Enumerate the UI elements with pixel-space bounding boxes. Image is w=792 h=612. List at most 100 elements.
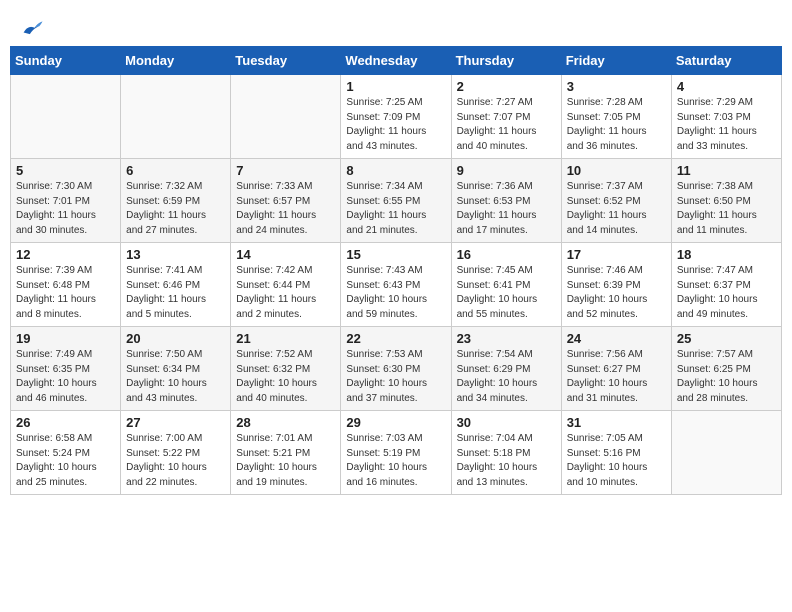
logo: [20, 18, 44, 36]
calendar-week-row: 12 Sunrise: 7:39 AM Sunset: 6:48 PM Dayli…: [11, 243, 782, 327]
calendar-cell: 13 Sunrise: 7:41 AM Sunset: 6:46 PM Dayli…: [121, 243, 231, 327]
weekday-header-saturday: Saturday: [671, 47, 781, 75]
day-info: Sunrise: 7:46 AM Sunset: 6:39 PM Dayligh…: [567, 264, 666, 322]
day-info: Sunrise: 7:37 AM Sunset: 6:52 PM Dayligh…: [567, 180, 666, 238]
calendar-cell: 25 Sunrise: 7:57 AM Sunset: 6:25 PM Dayli…: [671, 327, 781, 411]
day-info: Sunrise: 7:36 AM Sunset: 6:53 PM Dayligh…: [457, 180, 556, 238]
day-number: 28: [236, 415, 335, 430]
day-number: 29: [346, 415, 445, 430]
day-number: 15: [346, 247, 445, 262]
day-info: Sunrise: 7:00 AM Sunset: 5:22 PM Dayligh…: [126, 432, 225, 490]
day-number: 5: [16, 163, 115, 178]
day-info: Sunrise: 7:38 AM Sunset: 6:50 PM Dayligh…: [677, 180, 776, 238]
calendar-cell: 11Sunrise: 7:38 AM Sunset: 6:50 PM Dayli…: [671, 159, 781, 243]
calendar-cell: 24 Sunrise: 7:56 AM Sunset: 6:27 PM Dayli…: [561, 327, 671, 411]
day-number: 6: [126, 163, 225, 178]
day-number: 4: [677, 79, 776, 94]
day-info: Sunrise: 7:56 AM Sunset: 6:27 PM Dayligh…: [567, 348, 666, 406]
day-number: 2: [457, 79, 556, 94]
calendar-cell: 23 Sunrise: 7:54 AM Sunset: 6:29 PM Dayli…: [451, 327, 561, 411]
day-info: Sunrise: 7:27 AM Sunset: 7:07 PM Dayligh…: [457, 96, 556, 154]
day-info: Sunrise: 7:28 AM Sunset: 7:05 PM Dayligh…: [567, 96, 666, 154]
day-info: Sunrise: 7:53 AM Sunset: 6:30 PM Dayligh…: [346, 348, 445, 406]
weekday-header-friday: Friday: [561, 47, 671, 75]
calendar-cell: [121, 75, 231, 159]
calendar-cell: 9 Sunrise: 7:36 AM Sunset: 6:53 PM Daylig…: [451, 159, 561, 243]
calendar-cell: 16 Sunrise: 7:45 AM Sunset: 6:41 PM Dayli…: [451, 243, 561, 327]
day-number: 16: [457, 247, 556, 262]
calendar-cell: 12 Sunrise: 7:39 AM Sunset: 6:48 PM Dayli…: [11, 243, 121, 327]
calendar-cell: 31 Sunrise: 7:05 AM Sunset: 5:16 PM Dayli…: [561, 411, 671, 495]
day-number: 22: [346, 331, 445, 346]
day-number: 23: [457, 331, 556, 346]
day-info: Sunrise: 7:42 AM Sunset: 6:44 PM Dayligh…: [236, 264, 335, 322]
day-number: 7: [236, 163, 335, 178]
day-number: 3: [567, 79, 666, 94]
day-info: Sunrise: 7:47 AM Sunset: 6:37 PM Dayligh…: [677, 264, 776, 322]
day-info: Sunrise: 7:39 AM Sunset: 6:48 PM Dayligh…: [16, 264, 115, 322]
day-info: Sunrise: 7:52 AM Sunset: 6:32 PM Dayligh…: [236, 348, 335, 406]
calendar-week-row: 19Sunrise: 7:49 AM Sunset: 6:35 PM Dayli…: [11, 327, 782, 411]
day-number: 27: [126, 415, 225, 430]
page-header: [10, 10, 782, 40]
day-info: Sunrise: 7:01 AM Sunset: 5:21 PM Dayligh…: [236, 432, 335, 490]
calendar-week-row: 1Sunrise: 7:25 AM Sunset: 7:09 PM Daylig…: [11, 75, 782, 159]
day-number: 8: [346, 163, 445, 178]
weekday-header-monday: Monday: [121, 47, 231, 75]
calendar-cell: 20 Sunrise: 7:50 AM Sunset: 6:34 PM Dayli…: [121, 327, 231, 411]
day-info: Sunrise: 7:32 AM Sunset: 6:59 PM Dayligh…: [126, 180, 225, 238]
calendar-week-row: 26 Sunrise: 6:58 AM Sunset: 5:24 PM Dayli…: [11, 411, 782, 495]
calendar-cell: [671, 411, 781, 495]
day-number: 10: [567, 163, 666, 178]
day-number: 25: [677, 331, 776, 346]
calendar-cell: 21 Sunrise: 7:52 AM Sunset: 6:32 PM Dayli…: [231, 327, 341, 411]
day-number: 21: [236, 331, 335, 346]
day-number: 20: [126, 331, 225, 346]
calendar-cell: 4Sunrise: 7:29 AM Sunset: 7:03 PM Daylig…: [671, 75, 781, 159]
calendar-cell: 29 Sunrise: 7:03 AM Sunset: 5:19 PM Dayli…: [341, 411, 451, 495]
calendar-cell: 14 Sunrise: 7:42 AM Sunset: 6:44 PM Dayli…: [231, 243, 341, 327]
day-info: Sunrise: 7:57 AM Sunset: 6:25 PM Dayligh…: [677, 348, 776, 406]
day-info: Sunrise: 7:45 AM Sunset: 6:41 PM Dayligh…: [457, 264, 556, 322]
day-number: 18: [677, 247, 776, 262]
day-number: 24: [567, 331, 666, 346]
calendar-cell: 22 Sunrise: 7:53 AM Sunset: 6:30 PM Dayli…: [341, 327, 451, 411]
weekday-header-tuesday: Tuesday: [231, 47, 341, 75]
calendar-header-row: SundayMondayTuesdayWednesdayThursdayFrid…: [11, 47, 782, 75]
day-info: Sunrise: 7:41 AM Sunset: 6:46 PM Dayligh…: [126, 264, 225, 322]
day-info: Sunrise: 7:54 AM Sunset: 6:29 PM Dayligh…: [457, 348, 556, 406]
day-info: Sunrise: 7:43 AM Sunset: 6:43 PM Dayligh…: [346, 264, 445, 322]
calendar-cell: 5 Sunrise: 7:30 AM Sunset: 7:01 PM Daylig…: [11, 159, 121, 243]
calendar-cell: 19Sunrise: 7:49 AM Sunset: 6:35 PM Dayli…: [11, 327, 121, 411]
calendar-cell: 1Sunrise: 7:25 AM Sunset: 7:09 PM Daylig…: [341, 75, 451, 159]
calendar-cell: 27 Sunrise: 7:00 AM Sunset: 5:22 PM Dayli…: [121, 411, 231, 495]
calendar-cell: 10 Sunrise: 7:37 AM Sunset: 6:52 PM Dayli…: [561, 159, 671, 243]
weekday-header-sunday: Sunday: [11, 47, 121, 75]
day-info: Sunrise: 7:05 AM Sunset: 5:16 PM Dayligh…: [567, 432, 666, 490]
day-number: 14: [236, 247, 335, 262]
day-number: 12: [16, 247, 115, 262]
calendar-cell: 30Sunrise: 7:04 AM Sunset: 5:18 PM Dayli…: [451, 411, 561, 495]
day-info: Sunrise: 7:30 AM Sunset: 7:01 PM Dayligh…: [16, 180, 115, 238]
day-number: 26: [16, 415, 115, 430]
calendar-cell: [11, 75, 121, 159]
day-info: Sunrise: 6:58 AM Sunset: 5:24 PM Dayligh…: [16, 432, 115, 490]
day-info: Sunrise: 7:03 AM Sunset: 5:19 PM Dayligh…: [346, 432, 445, 490]
calendar-cell: 6 Sunrise: 7:32 AM Sunset: 6:59 PM Daylig…: [121, 159, 231, 243]
day-info: Sunrise: 7:50 AM Sunset: 6:34 PM Dayligh…: [126, 348, 225, 406]
calendar-cell: 15 Sunrise: 7:43 AM Sunset: 6:43 PM Dayli…: [341, 243, 451, 327]
day-number: 13: [126, 247, 225, 262]
calendar-cell: 2 Sunrise: 7:27 AM Sunset: 7:07 PM Daylig…: [451, 75, 561, 159]
day-number: 31: [567, 415, 666, 430]
day-number: 9: [457, 163, 556, 178]
weekday-header-thursday: Thursday: [451, 47, 561, 75]
day-number: 30: [457, 415, 556, 430]
calendar-cell: 28 Sunrise: 7:01 AM Sunset: 5:21 PM Dayli…: [231, 411, 341, 495]
day-number: 19: [16, 331, 115, 346]
calendar-cell: 3 Sunrise: 7:28 AM Sunset: 7:05 PM Daylig…: [561, 75, 671, 159]
calendar-table: SundayMondayTuesdayWednesdayThursdayFrid…: [10, 46, 782, 495]
calendar-cell: 26 Sunrise: 6:58 AM Sunset: 5:24 PM Dayli…: [11, 411, 121, 495]
day-info: Sunrise: 7:25 AM Sunset: 7:09 PM Dayligh…: [346, 96, 445, 154]
calendar-week-row: 5 Sunrise: 7:30 AM Sunset: 7:01 PM Daylig…: [11, 159, 782, 243]
calendar-cell: 17Sunrise: 7:46 AM Sunset: 6:39 PM Dayli…: [561, 243, 671, 327]
